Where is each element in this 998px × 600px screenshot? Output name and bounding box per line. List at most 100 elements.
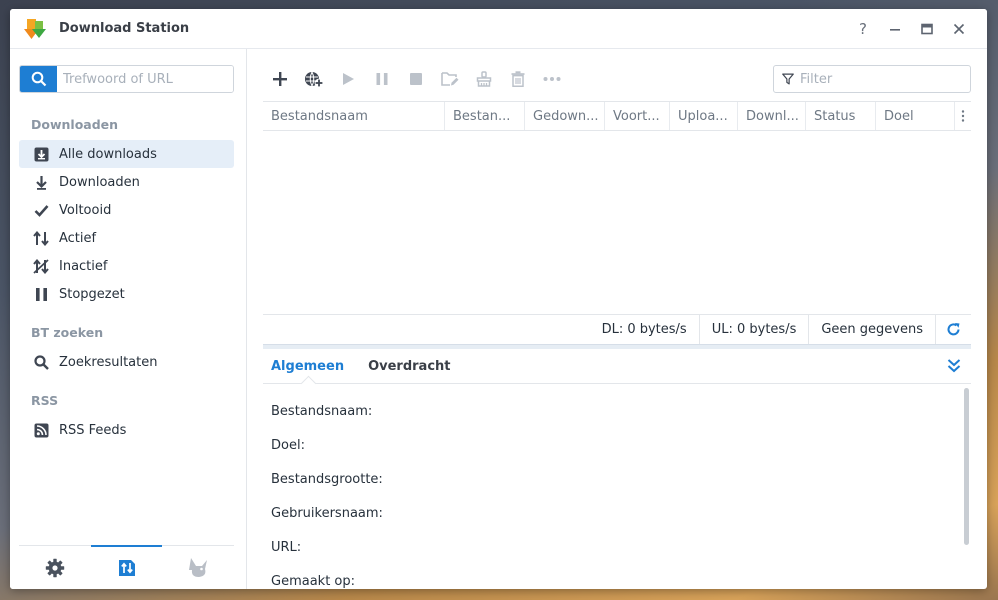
sidebar-item-label: RSS Feeds	[59, 422, 127, 438]
more-icon	[543, 77, 561, 81]
transfer-icon	[118, 559, 135, 576]
refresh-button[interactable]	[935, 315, 971, 344]
section-downloaden: Downloaden	[31, 117, 119, 132]
pause-button[interactable]	[365, 65, 399, 93]
field-label: Doel:	[271, 437, 305, 453]
status-bar: DL: 0 bytes/s UL: 0 bytes/s Geen gegeven…	[263, 314, 971, 344]
column-header[interactable]: Voort...	[605, 102, 670, 130]
delete-button[interactable]	[501, 65, 535, 93]
refresh-icon	[947, 323, 960, 336]
field-label: URL:	[271, 539, 302, 555]
close-icon	[953, 23, 965, 34]
column-header[interactable]: Downl...	[738, 102, 806, 130]
sidebar-item-label: Zoekresultaten	[59, 354, 158, 370]
download-speed: DL: 0 bytes/s	[601, 322, 687, 337]
field-row: Doel:	[271, 428, 389, 462]
sidebar-item-label: Actief	[59, 230, 97, 246]
filter-box	[773, 65, 971, 93]
gear-icon	[45, 558, 65, 577]
clear-completed-button[interactable]	[467, 65, 501, 93]
download-table-header: Bestandsnaam Bestan... Gedown... Voort..…	[263, 101, 971, 131]
details-scrollbar[interactable]	[964, 388, 969, 545]
emule-tab-button[interactable]	[162, 546, 234, 589]
sidebar-item-stopgezet[interactable]: Stopgezet	[19, 280, 234, 308]
field-row: Bestandsnaam:	[271, 394, 389, 428]
sidebar-item-label: Alle downloads	[59, 146, 157, 162]
help-icon: ?	[859, 19, 867, 38]
status-info: Geen gegevens	[808, 315, 935, 344]
tab-overdracht[interactable]: Overdracht	[360, 349, 458, 383]
column-options-button[interactable]	[955, 102, 971, 130]
up-down-arrows-icon	[33, 230, 49, 246]
sidebar-item-label: Downloaden	[59, 174, 140, 190]
field-label: Gemaakt op:	[271, 573, 356, 589]
settings-button[interactable]	[19, 546, 91, 589]
add-url-icon	[305, 71, 324, 88]
sidebar-item-downloaden[interactable]: Downloaden	[19, 168, 234, 196]
search-icon	[31, 71, 46, 87]
resume-button[interactable]	[331, 65, 365, 93]
column-header[interactable]: Doel	[876, 102, 955, 130]
help-button[interactable]: ?	[847, 9, 879, 49]
minimize-button[interactable]	[879, 9, 911, 49]
double-chevron-down-icon	[947, 359, 961, 373]
search-box	[19, 65, 234, 93]
play-icon	[343, 73, 354, 85]
column-header[interactable]: Bestan...	[445, 102, 525, 130]
edit-destination-button[interactable]	[433, 65, 467, 93]
section-bt-zoeken: BT zoeken	[31, 325, 104, 340]
toolbar	[263, 65, 971, 93]
minimize-icon	[890, 28, 900, 31]
tab-algemeen[interactable]: Algemeen	[263, 349, 352, 383]
sidebar-item-zoekresultaten[interactable]: Zoekresultaten	[19, 348, 234, 376]
search-input[interactable]	[57, 66, 233, 92]
add-url-button[interactable]	[297, 65, 331, 93]
add-icon	[273, 72, 287, 86]
close-button[interactable]	[943, 9, 975, 49]
field-row: Bestandsgrootte:	[271, 462, 389, 496]
filter-input[interactable]	[800, 71, 970, 87]
pause-icon	[376, 73, 388, 85]
app-title: Download Station	[59, 21, 190, 36]
column-header[interactable]: Uploa...	[670, 102, 738, 130]
vertical-dots-icon	[961, 110, 965, 122]
check-icon	[33, 202, 49, 218]
emule-icon	[189, 557, 208, 577]
sidebar-item-voltooid[interactable]: Voltooid	[19, 196, 234, 224]
clear-icon	[476, 71, 492, 87]
collapse-details-button[interactable]	[947, 358, 961, 377]
title-bar: Download Station ?	[10, 9, 987, 49]
transfer-tab-button[interactable]	[90, 545, 163, 589]
field-label: Gebruikersnaam:	[271, 505, 383, 521]
sidebar-item-alle-downloads[interactable]: Alle downloads	[19, 140, 234, 168]
maximize-button[interactable]	[911, 9, 943, 49]
more-button[interactable]	[535, 65, 569, 93]
column-header[interactable]: Gedown...	[525, 102, 605, 130]
sidebar-item-label: Stopgezet	[59, 286, 125, 302]
main-panel: Bestandsnaam Bestan... Gedown... Voort..…	[263, 49, 971, 589]
stop-button[interactable]	[399, 65, 433, 93]
field-label: Bestandsnaam:	[271, 403, 373, 419]
search-button[interactable]	[20, 66, 57, 92]
column-header[interactable]: Status	[806, 102, 876, 130]
sidebar-item-actief[interactable]: Actief	[19, 224, 234, 252]
sidebar-footer	[19, 545, 234, 589]
field-label: Bestandsgrootte:	[271, 471, 383, 487]
edit-folder-icon	[441, 72, 459, 86]
search-icon	[33, 354, 49, 370]
sidebar-item-inactief[interactable]: Inactief	[19, 252, 234, 280]
sidebar-item-label: Voltooid	[59, 202, 112, 218]
filter-icon	[782, 73, 794, 85]
maximize-icon	[921, 23, 933, 34]
column-header[interactable]: Bestandsnaam	[263, 102, 445, 130]
sidebar-item-rss-feeds[interactable]: RSS Feeds	[19, 416, 234, 444]
download-station-window: Download Station ? Trefwoord of URL Down…	[10, 9, 987, 589]
download-station-logo-icon	[24, 17, 48, 41]
section-rss: RSS	[31, 393, 59, 408]
rss-icon	[33, 422, 49, 438]
field-row: URL:	[271, 530, 389, 564]
add-button[interactable]	[263, 65, 297, 93]
sidebar: Downloaden Alle downloads Downloaden Vol…	[10, 49, 247, 589]
download-box-icon	[33, 146, 49, 162]
detail-fields: Bestandsnaam: Doel: Bestandsgrootte: Geb…	[271, 394, 389, 589]
